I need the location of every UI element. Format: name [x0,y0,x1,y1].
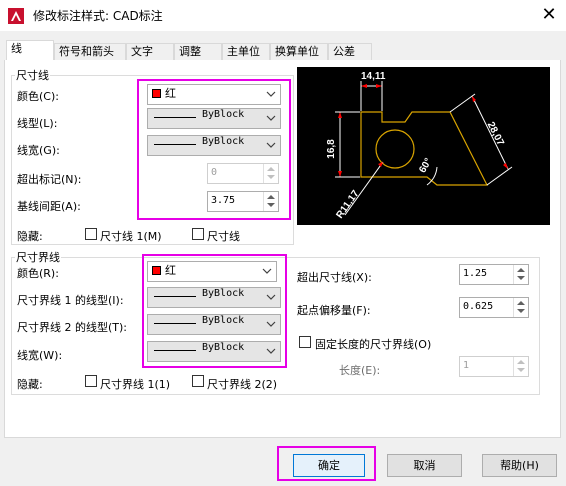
dim-line-suppress-label: 隐藏: [17,230,43,243]
fixed-length-value: 1 [463,360,470,371]
tab-tolerances[interactable]: 公差 [328,43,372,61]
suppress-ext-line-2-label: 尺寸界线 2(2) [207,378,278,391]
offset-from-origin-input[interactable]: 0.625 [459,297,529,318]
offset-from-origin-label: 起点偏移量(F): [297,304,371,317]
spin-up-icon [517,268,525,272]
ext-line-suppress-label: 隐藏: [17,378,43,391]
suppress-dim-line-1-label: 尺寸线 1(M) [100,230,162,243]
autocad-icon [8,8,24,24]
dim-right-text: 28,07 [485,120,506,148]
suppress-dim-line-1-checkbox[interactable] [85,228,97,240]
suppress-ext-line-1-label: 尺寸界线 1(1) [100,378,171,391]
tab-fit[interactable]: 调整 [174,43,222,61]
fixed-length-input[interactable]: 1 [459,356,529,377]
baseline-spacing-label: 基线间距(A): [17,200,81,213]
suppress-dim-line-2-checkbox[interactable] [192,228,204,240]
dim-left-text: 16,8 [326,139,337,159]
extend-beyond-dim-lines-label: 超出尺寸线(X): [297,271,372,284]
extend-beyond-dim-lines-value: 1.25 [463,268,488,279]
ext-line-2-linetype-label: 尺寸界线 2 的线型(T): [17,321,127,334]
ext-lines-group-label: 尺寸界线 [15,249,61,265]
cancel-button[interactable]: 取消 [387,454,462,477]
tab-text[interactable]: 文字 [126,43,174,61]
spin-down-icon [517,276,525,280]
tab-alternate-units[interactable]: 换算单位 [270,43,328,61]
window-title: 修改标注样式: CAD标注 [33,9,163,23]
ext-line-lineweight-label: 线宽(W): [17,349,63,362]
tab-symbols-arrows[interactable]: 符号和箭头 [54,43,126,61]
dim-lines-group-label: 尺寸线 [15,67,50,83]
close-icon: ✕ [541,4,557,25]
offset-from-origin-value: 0.625 [463,301,494,312]
help-button[interactable]: 帮助(H) [482,454,557,477]
dim-line-color-label: 颜色(C): [17,90,59,103]
tab-lines[interactable]: 线 [6,40,54,61]
dim-line-linetype-label: 线型(L): [17,117,58,130]
fixed-length-label: 长度(E): [339,364,381,377]
preview-canvas: 14,11 16,8 28,07 60° R11,17 [297,67,550,225]
highlight-box [277,446,376,481]
spin-up-icon [517,360,525,364]
dimension-preview-drawing: 14,11 16,8 28,07 60° R11,17 [326,71,513,221]
spin-up-icon [517,301,525,305]
dim-top-text: 14,11 [361,71,386,82]
fixed-length-ext-lines-label: 固定长度的尺寸界线(O) [315,338,432,351]
dim-line-lineweight-label: 线宽(G): [17,144,60,157]
highlight-box [137,79,291,220]
ext-line-color-label: 颜色(R): [17,267,59,280]
extend-beyond-dim-lines-input[interactable]: 1.25 [459,264,529,285]
dim-angle-text: 60° [417,156,434,175]
suppress-ext-line-2-checkbox[interactable] [192,375,204,387]
suppress-dim-line-2-label: 尺寸线 [207,230,240,243]
extend-beyond-ticks-label: 超出标记(N): [17,173,82,186]
fixed-length-ext-lines-checkbox[interactable] [299,336,311,348]
ext-line-1-linetype-label: 尺寸界线 1 的线型(I): [17,294,124,307]
title-bar: 修改标注样式: CAD标注 ✕ [0,0,566,31]
close-button[interactable]: ✕ [538,4,560,26]
tab-primary-units[interactable]: 主单位 [222,43,270,61]
dim-radius-text: R11,17 [334,188,361,221]
suppress-ext-line-1-checkbox[interactable] [85,375,97,387]
spin-down-icon [517,368,525,372]
spin-down-icon [517,309,525,313]
highlight-box [142,254,287,368]
